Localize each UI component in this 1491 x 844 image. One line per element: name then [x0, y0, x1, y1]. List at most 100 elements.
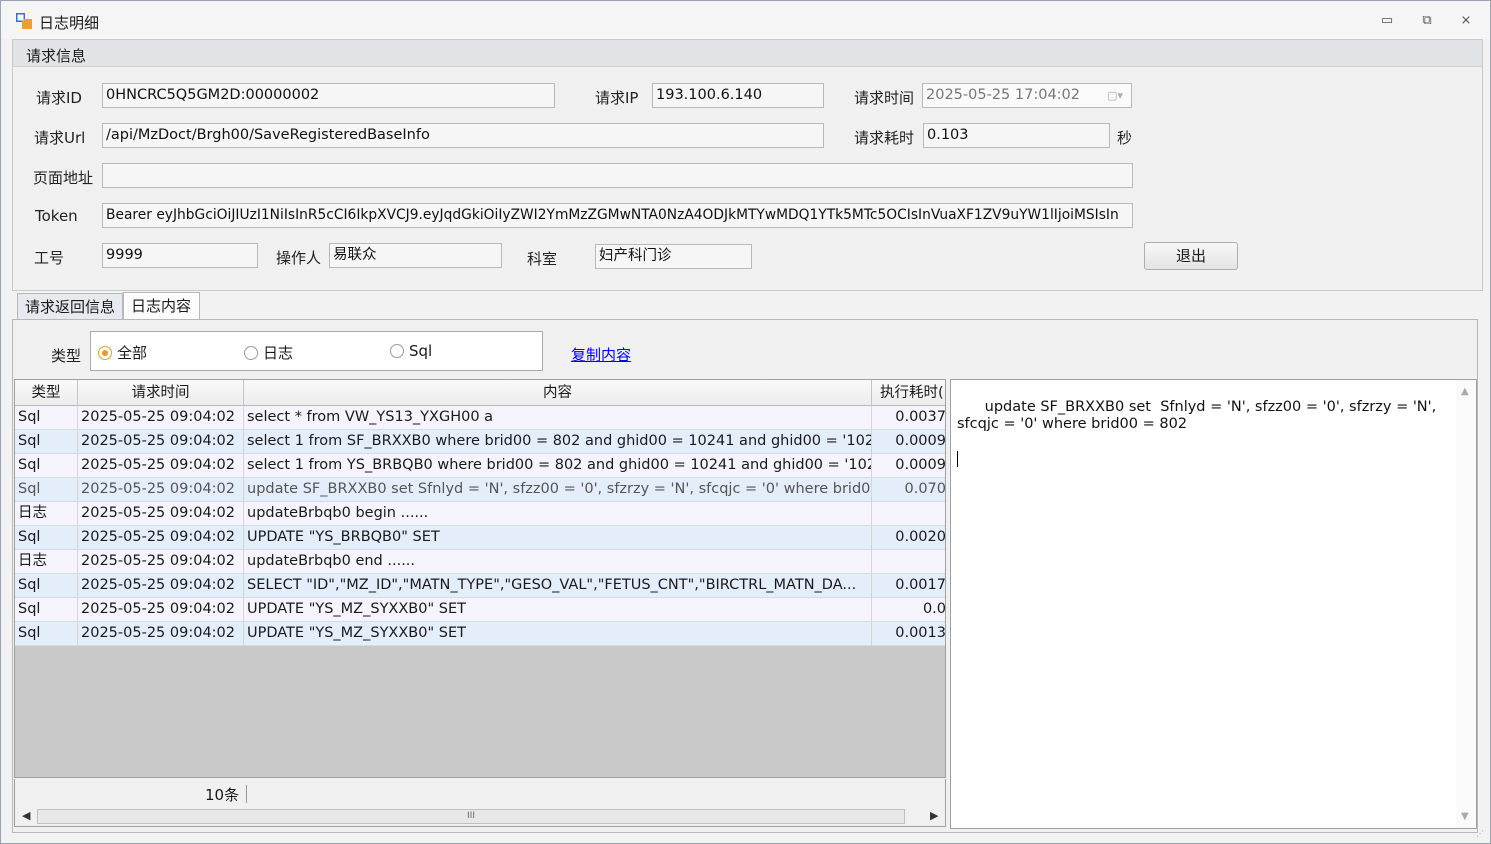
- close-icon[interactable]: ⨯: [1454, 11, 1478, 31]
- operator-field[interactable]: 易联众: [329, 243, 502, 268]
- scroll-left-icon[interactable]: ◀: [22, 809, 30, 822]
- cell-cost: 0.0009: [872, 430, 945, 454]
- cell-cost: 0.0013: [872, 622, 945, 646]
- cell-content: select 1 from SF_BRXXB0 where brid00 = 8…: [244, 430, 872, 454]
- radio-log-indicator: [244, 346, 258, 360]
- radio-sql[interactable]: Sql: [390, 342, 432, 360]
- request-ip-field[interactable]: 193.100.6.140: [652, 83, 824, 108]
- scrollbar-thumb[interactable]: III: [37, 809, 905, 824]
- duration-unit-label: 秒: [1117, 129, 1133, 147]
- table-row[interactable]: Sql 2025-05-25 09:04:02 update SF_BRXXB0 s…: [15, 478, 945, 502]
- resize-grip-icon[interactable]: ⋰: [1476, 829, 1486, 839]
- request-duration-field[interactable]: 0.103: [923, 123, 1110, 148]
- window-title: 日志明细: [39, 14, 100, 32]
- cell-content: select 1 from YS_BRBQB0 where brid00 = 8…: [244, 454, 872, 478]
- radio-all[interactable]: 全部: [98, 342, 147, 363]
- tab-log-content[interactable]: 日志内容: [123, 292, 200, 321]
- radio-sql-label: Sql: [409, 342, 433, 360]
- table-row[interactable]: Sql 2025-05-25 09:04:02 select 1 from SF_B…: [15, 430, 945, 454]
- cell-type: Sql: [15, 478, 78, 502]
- cell-content: updateBrbqb0 end ......: [244, 550, 872, 574]
- scroll-down-icon[interactable]: ▼: [1461, 811, 1469, 822]
- page-address-field[interactable]: [102, 163, 1133, 188]
- column-header-content[interactable]: 内容: [244, 380, 872, 406]
- request-duration-label: 请求耗时: [854, 129, 915, 147]
- cell-time: 2025-05-25 09:04:02: [78, 622, 244, 646]
- table-row[interactable]: Sql 2025-05-25 09:04:02 select 1 from YS_B…: [15, 454, 945, 478]
- app-icon: [16, 13, 32, 29]
- type-filter-group: 全部 日志 Sql: [90, 331, 543, 371]
- cell-content: UPDATE "YS_MZ_SYXXB0" SET: [244, 598, 872, 622]
- cell-content: UPDATE "YS_BRBQB0" SET: [244, 526, 872, 550]
- scroll-right-icon[interactable]: ▶: [930, 809, 938, 822]
- request-time-value: 2025-05-25 17:04:02: [926, 87, 1080, 103]
- cell-type: Sql: [15, 526, 78, 550]
- exit-button[interactable]: 退出: [1144, 242, 1238, 270]
- cell-content: updateBrbqb0 begin ......: [244, 502, 872, 526]
- cell-content: SELECT "ID","MZ_ID","MATN_TYPE","GESO_VA…: [244, 574, 872, 598]
- cell-time: 2025-05-25 09:04:02: [78, 526, 244, 550]
- horizontal-scrollbar[interactable]: ◀ III ▶: [14, 807, 946, 827]
- radio-all-label: 全部: [117, 344, 148, 362]
- cell-cost: 0.0020: [872, 526, 945, 550]
- request-info-header: 请求信息: [13, 40, 1482, 67]
- table-row[interactable]: Sql 2025-05-25 09:04:02 UPDATE "YS_MZ_SYXX…: [15, 622, 945, 646]
- cell-cost: [872, 550, 945, 574]
- cell-time: 2025-05-25 09:04:02: [78, 454, 244, 478]
- cell-time: 2025-05-25 09:04:02: [78, 574, 244, 598]
- type-filter-label: 类型: [51, 347, 82, 365]
- radio-log[interactable]: 日志: [244, 342, 293, 363]
- calendar-dropdown-icon[interactable]: ▢▾: [1107, 88, 1127, 103]
- department-label: 科室: [527, 250, 558, 268]
- tab-request-response[interactable]: 请求返回信息: [17, 293, 123, 321]
- cell-content: update SF_BRXXB0 set Sfnlyd = 'N', sfzz0…: [244, 478, 872, 502]
- row-count: 10条: [205, 785, 248, 804]
- cell-time: 2025-05-25 09:04:02: [78, 478, 244, 502]
- cell-type: Sql: [15, 598, 78, 622]
- log-detail-window: 日志明细 ▭ ⧉ ⨯ 请求信息 请求ID 0HNCRC5Q5GM2D:00000…: [0, 0, 1491, 844]
- cell-type: Sql: [15, 574, 78, 598]
- minimize-icon[interactable]: ▭: [1375, 11, 1399, 31]
- request-id-field[interactable]: 0HNCRC5Q5GM2D:00000002: [102, 83, 555, 108]
- cell-type: Sql: [15, 622, 78, 646]
- detail-text: update SF_BRXXB0 set Sfnlyd = 'N', sfzz0…: [957, 399, 1441, 432]
- cell-type: Sql: [15, 430, 78, 454]
- detail-text-area[interactable]: update SF_BRXXB0 set Sfnlyd = 'N', sfzz0…: [950, 379, 1477, 829]
- column-header-time[interactable]: 请求时间: [78, 380, 244, 406]
- cell-type: Sql: [15, 406, 78, 430]
- request-id-label: 请求ID: [36, 89, 82, 107]
- vertical-scrollbar[interactable]: ▲ ▼: [1456, 380, 1476, 828]
- table-row[interactable]: Sql 2025-05-25 09:04:02 UPDATE "YS_MZ_SYXX…: [15, 598, 945, 622]
- job-number-field[interactable]: 9999: [102, 243, 258, 268]
- cell-cost: 0.0017: [872, 574, 945, 598]
- table-row[interactable]: 日志 2025-05-25 09:04:02 updateBrbqb0 begin…: [15, 502, 945, 526]
- request-time-picker[interactable]: 2025-05-25 17:04:02 ▢▾: [922, 83, 1132, 108]
- cell-time: 2025-05-25 09:04:02: [78, 406, 244, 430]
- cell-content: UPDATE "YS_MZ_SYXXB0" SET: [244, 622, 872, 646]
- request-url-field[interactable]: /api/MzDoct/Brgh00/SaveRegisteredBaseInf…: [102, 123, 824, 148]
- copy-content-link[interactable]: 复制内容: [571, 344, 631, 365]
- column-header-cost[interactable]: 执行耗时(: [872, 380, 945, 406]
- restore-icon[interactable]: ⧉: [1415, 11, 1439, 31]
- cell-cost: 0.0037: [872, 406, 945, 430]
- cell-time: 2025-05-25 09:04:02: [78, 598, 244, 622]
- request-ip-label: 请求IP: [595, 89, 639, 107]
- token-label: Token: [35, 207, 78, 225]
- cell-content: select * from VW_YS13_YXGH00 a: [244, 406, 872, 430]
- table-row[interactable]: Sql 2025-05-25 09:04:02 select * from VW_Y…: [15, 406, 945, 430]
- radio-all-indicator: [98, 346, 112, 360]
- table-row[interactable]: Sql 2025-05-25 09:04:02 UPDATE "YS_BRBQB0"…: [15, 526, 945, 550]
- text-caret: [957, 451, 958, 467]
- department-field[interactable]: 妇产科门诊: [595, 244, 752, 269]
- request-info-title: 请求信息: [26, 47, 87, 65]
- operator-label: 操作人: [276, 249, 322, 267]
- cell-cost: 0.0: [872, 598, 945, 622]
- column-header-type[interactable]: 类型: [15, 380, 78, 406]
- cell-time: 2025-05-25 09:04:02: [78, 550, 244, 574]
- scroll-up-icon[interactable]: ▲: [1461, 386, 1469, 397]
- table-row[interactable]: 日志 2025-05-25 09:04:02 updateBrbqb0 end .…: [15, 550, 945, 574]
- page-address-label: 页面地址: [33, 169, 94, 187]
- token-field[interactable]: Bearer eyJhbGciOiJIUzI1NiIsInR5cCI6IkpXV…: [102, 203, 1133, 228]
- table-row[interactable]: Sql 2025-05-25 09:04:02 SELECT "ID","MZ_I…: [15, 574, 945, 598]
- cell-type: 日志: [15, 550, 78, 574]
